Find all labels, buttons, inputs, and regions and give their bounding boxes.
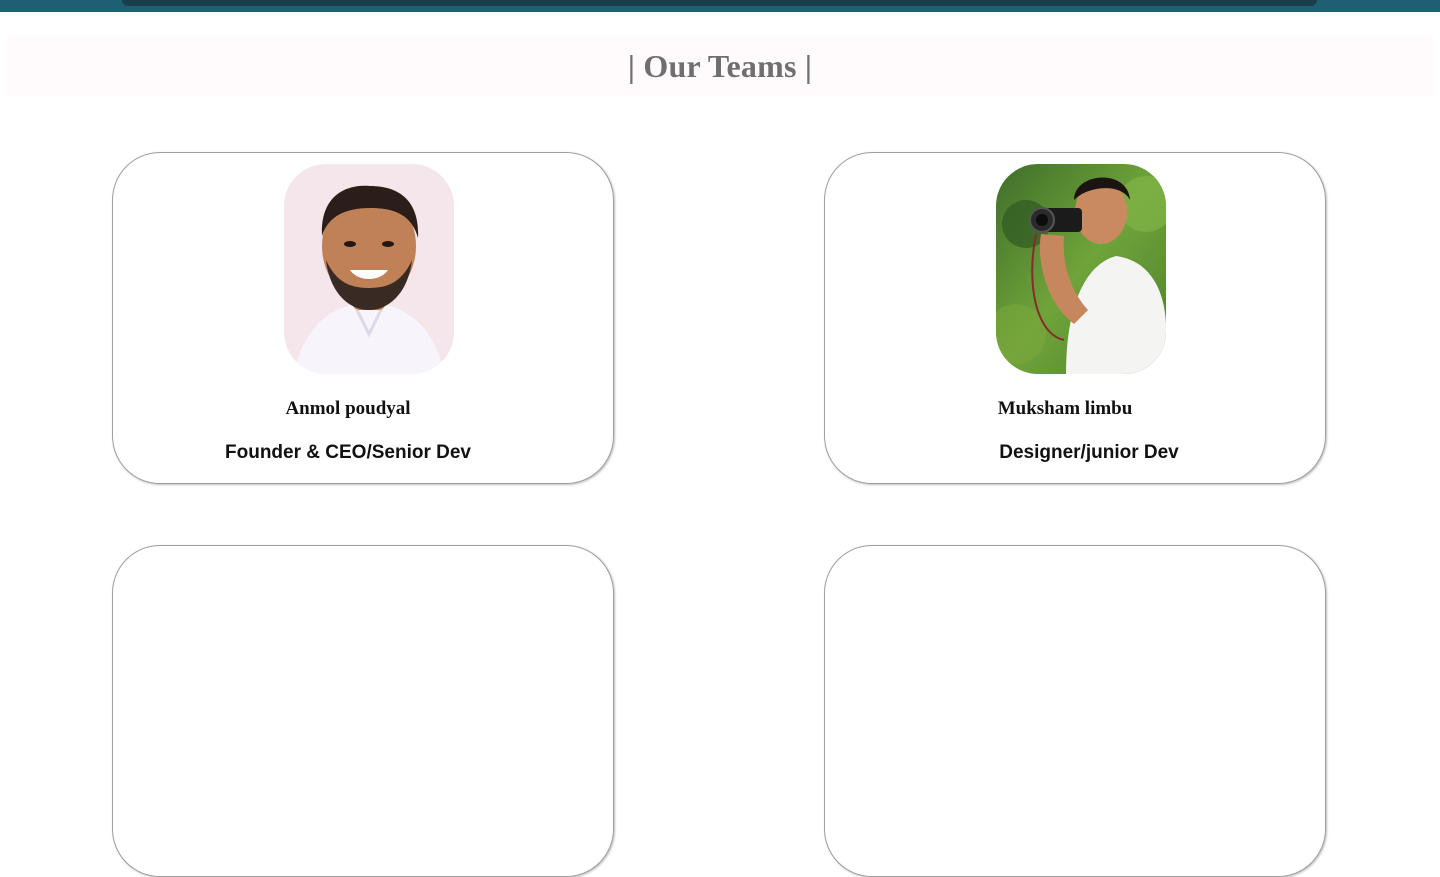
member-photo bbox=[284, 164, 454, 374]
top-navbar-inner bbox=[122, 0, 1317, 6]
section-header: | Our Teams | bbox=[8, 36, 1432, 96]
team-member-card: Anmol poudyal Founder & CEO/Senior Dev bbox=[112, 152, 614, 484]
team-member-card: Muksham limbu Designer/junior Dev bbox=[824, 152, 1326, 484]
member-name: Anmol poudyal bbox=[285, 398, 411, 419]
team-member-card bbox=[824, 545, 1326, 877]
member-name: Muksham limbu bbox=[997, 398, 1133, 419]
member-role: Founder & CEO/Senior Dev bbox=[225, 442, 471, 463]
team-member-card bbox=[112, 545, 614, 877]
top-navbar bbox=[0, 0, 1440, 12]
member-role: Designer/junior Dev bbox=[999, 442, 1179, 463]
member-photo bbox=[996, 164, 1166, 374]
section-title: | Our Teams | bbox=[627, 47, 813, 84]
